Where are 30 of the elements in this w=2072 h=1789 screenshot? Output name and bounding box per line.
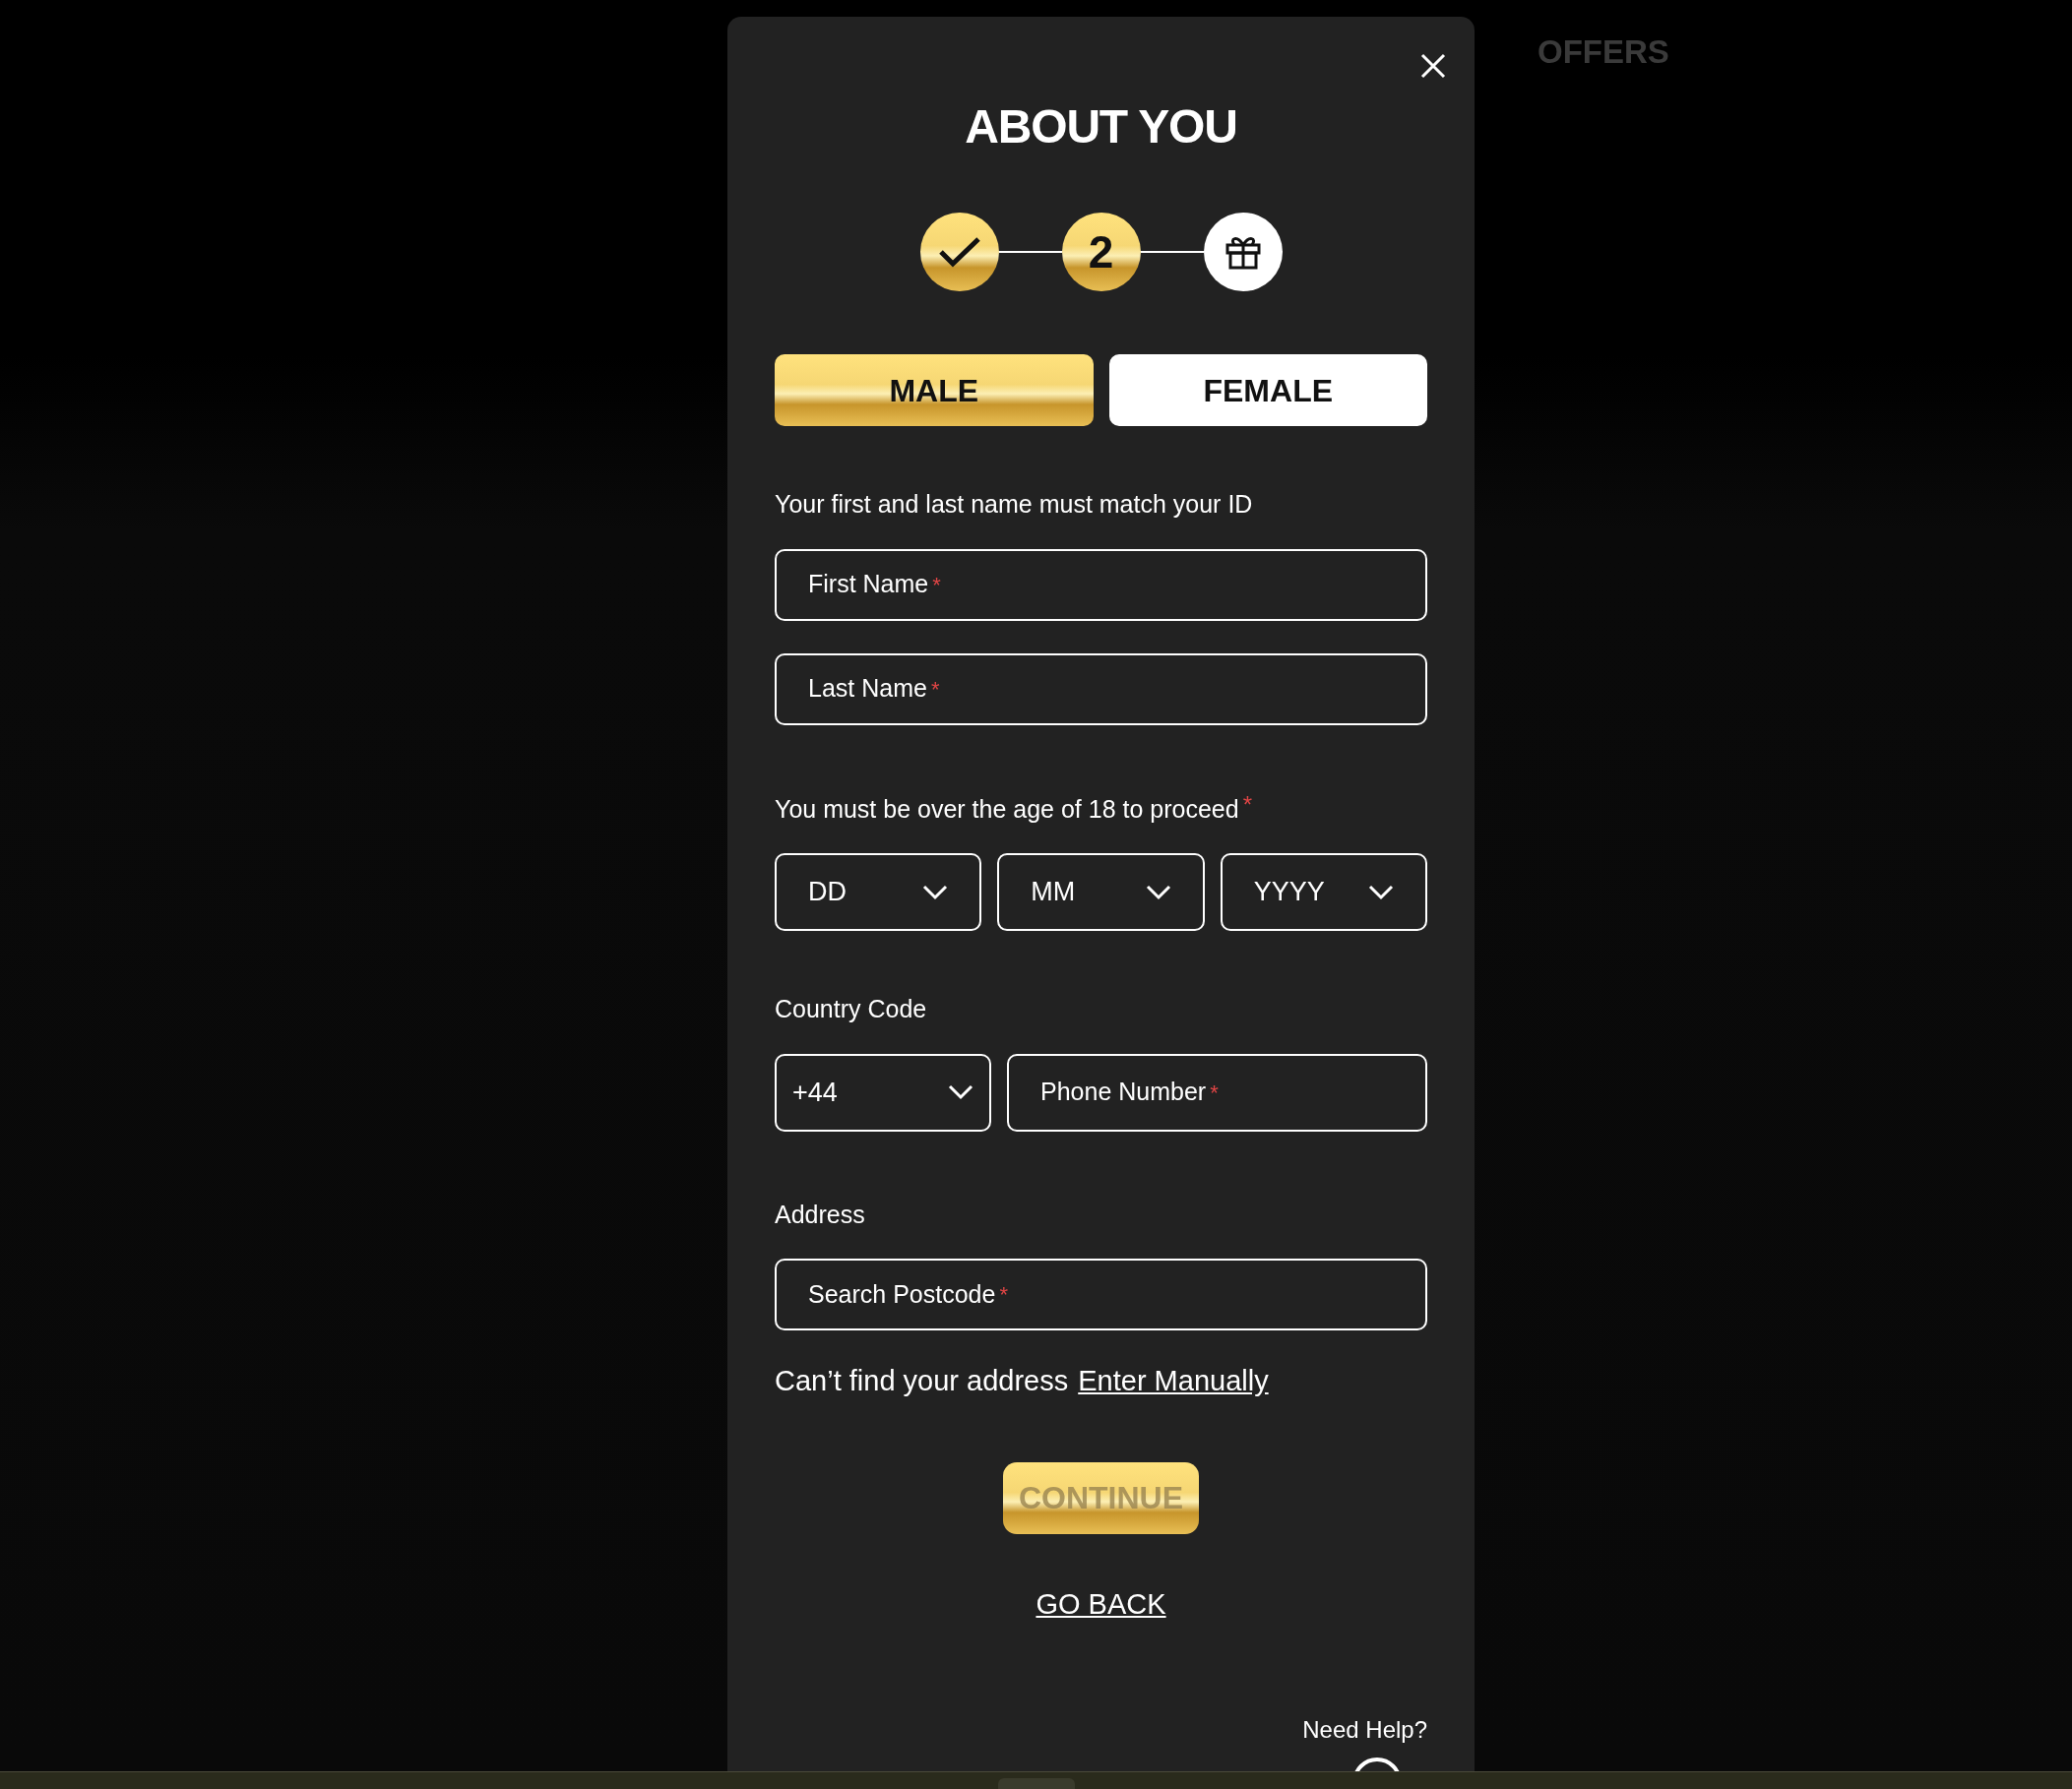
input-field[interactable]: Search Postcode * xyxy=(775,1259,1427,1330)
dialog-title: ABOUT YOU xyxy=(965,103,1237,151)
input-field[interactable]: First Name * xyxy=(775,548,1427,621)
date-select[interactable]: YYYY xyxy=(1220,853,1427,931)
chevron-icon xyxy=(1368,884,1394,900)
required-mark: * xyxy=(1210,1079,1219,1107)
required-mark: * xyxy=(932,571,941,599)
required-mark: * xyxy=(999,1281,1008,1309)
help-text: Can’t find your address xyxy=(775,1364,1069,1398)
required-mark: * xyxy=(930,675,940,704)
chevron-icon xyxy=(922,884,949,900)
chevron-icon xyxy=(1145,884,1171,900)
input-field[interactable]: Last Name * xyxy=(775,652,1427,725)
help-link[interactable]: Need Help? xyxy=(1302,1712,1427,1748)
gender-tab[interactable]: FEMALE xyxy=(1108,354,1427,426)
date-select[interactable]: DD xyxy=(775,853,982,931)
go-back-link[interactable]: GO BACK xyxy=(1036,1582,1166,1626)
required-mark: * xyxy=(1242,789,1252,820)
hint-text: Your first and last name must match your ID xyxy=(775,489,1254,520)
step-indicator: 2 xyxy=(1061,213,1141,291)
gender-tab[interactable]: MALE xyxy=(775,354,1094,426)
hint-text: You must be over the age of 18 to proceed xyxy=(775,793,1239,825)
date-select[interactable]: MM xyxy=(997,853,1205,931)
country-code-select[interactable]: +44 xyxy=(775,1053,991,1132)
enter-manually-link[interactable]: Enter Manually xyxy=(1078,1360,1269,1403)
chevron-icon xyxy=(948,1084,973,1100)
close-button[interactable] xyxy=(1419,52,1447,80)
input-field[interactable]: Phone Number * xyxy=(1007,1053,1427,1132)
field-label: Address xyxy=(775,1199,866,1230)
field-label: Country Code xyxy=(775,994,928,1024)
